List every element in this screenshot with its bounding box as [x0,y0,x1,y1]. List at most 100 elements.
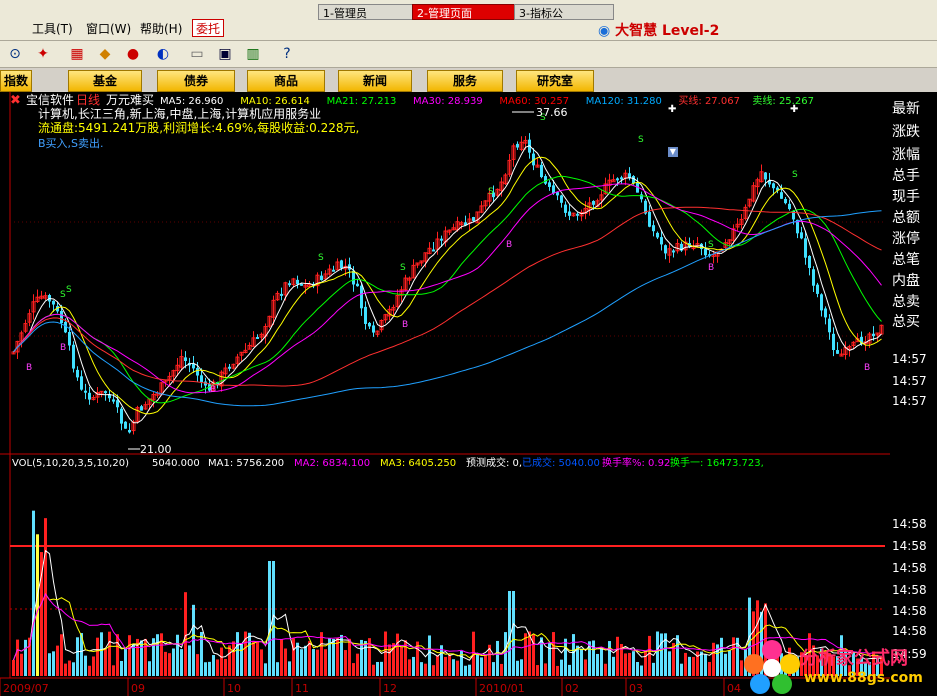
candle-body-down [128,430,131,433]
date-label: 09 [131,682,145,695]
candle-body-down [200,375,203,383]
task-tab-2[interactable]: 2-管理页面 [412,4,518,20]
volume-value: MA1: 5756.200 [208,458,284,469]
volume-bar [288,661,291,676]
volume-bar [112,665,115,676]
candle-body-down [88,392,91,400]
candle-body-down [808,255,811,268]
candle-body-down [592,200,595,205]
volume-bar [504,632,507,676]
entrust-button[interactable]: 委托 [192,19,225,37]
volume-bar [300,649,303,676]
volume-bar [704,654,707,676]
candle-body-down [560,195,563,203]
quote-label: 现手 [892,189,920,205]
buy-marker: B [402,320,408,330]
volume-value: MA3: 6405.250 [380,458,456,469]
volume-bar [172,648,175,676]
candle-body-down [120,408,123,424]
nav-research[interactable]: 研究室 [516,70,594,92]
volume-bar [212,655,215,676]
stock-name: 宝信软件 [26,93,74,107]
volume-bar [480,657,483,676]
task-tab-3[interactable]: 3-指标公 [514,4,614,20]
menu-tools[interactable]: 工具(T) [32,20,73,37]
volume-header: VOL(5,10,20,3,5,10,20) 5040.000 MA1: 5756.… [12,456,764,469]
nav-bond[interactable]: 债券 [157,70,235,92]
stock-chart[interactable]: S SSSSSSSSBBBBBBB✚ ✚ ✖ 宝信软件 日线 万元难买 MA5: 2… [0,92,890,696]
books-icon[interactable]: ▥ [244,45,262,63]
volume-bar [552,632,555,676]
candle-body-down [140,406,143,411]
volume-bar [332,638,335,676]
sell-marker: S [638,135,644,145]
task-tab-1[interactable]: 1-管理员 [318,4,416,20]
volume-bar [408,659,411,676]
candle-body-down [552,185,555,194]
volume-bar [424,663,427,676]
candle-body-down [564,204,567,213]
buy-marker: B [26,363,32,373]
candle-body-down [544,176,547,184]
volume-bar [316,649,319,676]
volume-bar [56,645,59,676]
volume-bar [560,659,563,676]
nav-fund[interactable]: 基金 [68,70,142,92]
volume-bar [220,647,223,676]
volume-value: 5040.000 [152,458,200,469]
ma-value: MA30: 28.939 [413,96,483,107]
window-icon[interactable]: ▣ [216,45,234,63]
candle-body-down [192,363,195,369]
help-cursor-icon[interactable]: ? [278,45,296,63]
quote-label: 总买 [892,314,920,330]
volume-bar [96,637,99,676]
volume-bar [132,643,135,676]
pie-icon[interactable]: ◐ [154,45,172,63]
brand-logo: ◉ 大智慧 Level-2 [598,20,719,40]
candle-body-down [116,400,119,408]
volume-bar [252,641,255,676]
volume-bar [608,641,611,676]
volume-bar [556,665,559,676]
volume-bar [484,655,487,676]
candle-body-down [656,232,659,238]
volume-bar [648,635,651,676]
alert-icon[interactable]: ✦ [34,45,52,63]
ma-value: MA21: 27.213 [327,96,397,107]
volume-bar [708,661,711,676]
candle-body-down [788,203,791,210]
nav-index[interactable]: 指数 [0,70,32,92]
volume-bar [644,650,647,676]
candle-body-down [356,283,359,287]
menu-window[interactable]: 窗口(W) [86,20,131,37]
diamond-icon[interactable]: ◆ [96,45,114,63]
volume-value: 已成交: 5040.00 [522,456,600,469]
candle-body-down [296,279,299,285]
nav-service[interactable]: 服务 [427,70,503,92]
volume-bar [60,634,63,676]
candle-body-down [548,182,551,187]
date-label: 03 [629,682,643,695]
candle-body-down [196,367,199,376]
volume-bar [32,510,35,676]
volume-bar [520,659,523,676]
sell-marker: S [792,170,798,180]
sell-marker: S [318,253,324,263]
quote-panel: 最新 涨跌 涨幅 总手 现手 总额 涨停 总笔 内盘 总卖 总买 14:57 14:57 14:57 14:… [890,96,937,696]
circle-icon[interactable]: ● [124,45,142,63]
calculator-icon[interactable]: ▦ [68,45,86,63]
volume-bar [616,636,619,676]
nav-news[interactable]: 新闻 [338,70,412,92]
volume-bar [268,561,271,676]
folder-icon[interactable]: ▭ [188,45,206,63]
binoculars-icon[interactable]: ⊙ [6,45,24,63]
low-label: 21.00 [140,443,172,456]
candle-body-down [540,164,543,178]
volume-bar [544,663,547,676]
menu-help[interactable]: 帮助(H) [140,20,182,37]
volume-bar [160,633,163,676]
date-label: 04 [727,682,741,695]
volume-bar [276,662,279,676]
nav-commodity[interactable]: 商品 [247,70,325,92]
volume-bar [256,641,259,676]
